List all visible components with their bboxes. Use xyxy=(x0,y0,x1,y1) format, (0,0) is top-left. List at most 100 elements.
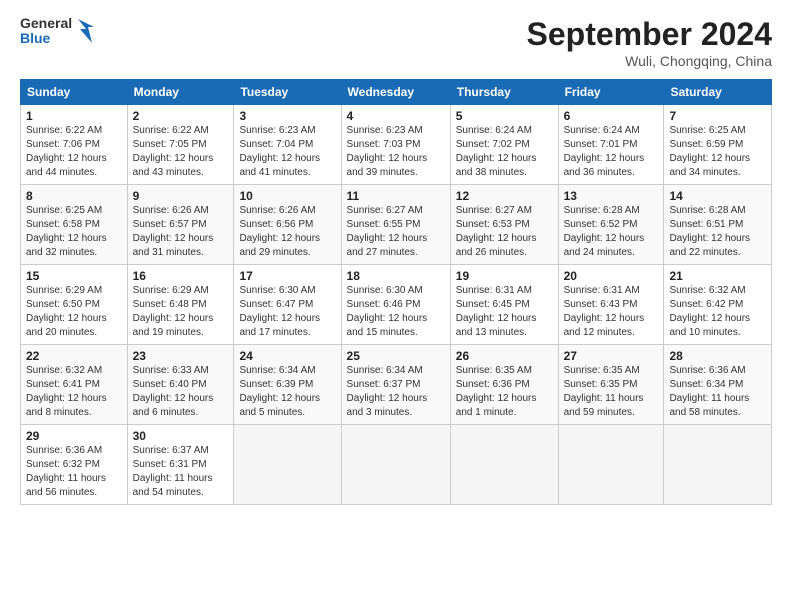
day-number: 1 xyxy=(26,109,122,123)
calendar-cell: 1 Sunrise: 6:22 AM Sunset: 7:06 PM Dayli… xyxy=(21,105,128,185)
day-info: Sunrise: 6:24 AM Sunset: 7:02 PM Dayligh… xyxy=(456,124,553,180)
title-block: September 2024 Wuli, Chongqing, China xyxy=(527,16,772,69)
day-number: 16 xyxy=(133,269,229,283)
day-info: Sunrise: 6:34 AM Sunset: 6:39 PM Dayligh… xyxy=(239,364,335,420)
day-info: Sunrise: 6:30 AM Sunset: 6:46 PM Dayligh… xyxy=(347,284,445,340)
day-number: 20 xyxy=(564,269,659,283)
calendar-cell: 2 Sunrise: 6:22 AM Sunset: 7:05 PM Dayli… xyxy=(127,105,234,185)
day-number: 29 xyxy=(26,429,122,443)
calendar-cell: 21 Sunrise: 6:32 AM Sunset: 6:42 PM Dayl… xyxy=(664,265,772,345)
calendar-cell: 27 Sunrise: 6:35 AM Sunset: 6:35 PM Dayl… xyxy=(558,345,664,425)
day-info: Sunrise: 6:35 AM Sunset: 6:35 PM Dayligh… xyxy=(564,364,659,420)
day-number: 2 xyxy=(133,109,229,123)
col-sunday: Sunday xyxy=(21,80,128,105)
calendar-cell: 18 Sunrise: 6:30 AM Sunset: 6:46 PM Dayl… xyxy=(341,265,450,345)
calendar-week-row: 22 Sunrise: 6:32 AM Sunset: 6:41 PM Dayl… xyxy=(21,345,772,425)
day-number: 9 xyxy=(133,189,229,203)
day-number: 25 xyxy=(347,349,445,363)
calendar-table: Sunday Monday Tuesday Wednesday Thursday… xyxy=(20,79,772,505)
col-saturday: Saturday xyxy=(664,80,772,105)
calendar-cell: 9 Sunrise: 6:26 AM Sunset: 6:57 PM Dayli… xyxy=(127,185,234,265)
calendar-cell: 28 Sunrise: 6:36 AM Sunset: 6:34 PM Dayl… xyxy=(664,345,772,425)
calendar-cell: 16 Sunrise: 6:29 AM Sunset: 6:48 PM Dayl… xyxy=(127,265,234,345)
calendar-cell xyxy=(664,425,772,505)
logo: General Blue xyxy=(20,16,96,47)
day-info: Sunrise: 6:26 AM Sunset: 6:56 PM Dayligh… xyxy=(239,204,335,260)
calendar-cell: 6 Sunrise: 6:24 AM Sunset: 7:01 PM Dayli… xyxy=(558,105,664,185)
day-info: Sunrise: 6:32 AM Sunset: 6:42 PM Dayligh… xyxy=(669,284,766,340)
col-wednesday: Wednesday xyxy=(341,80,450,105)
day-info: Sunrise: 6:35 AM Sunset: 6:36 PM Dayligh… xyxy=(456,364,553,420)
calendar-cell: 14 Sunrise: 6:28 AM Sunset: 6:51 PM Dayl… xyxy=(664,185,772,265)
calendar-cell: 30 Sunrise: 6:37 AM Sunset: 6:31 PM Dayl… xyxy=(127,425,234,505)
calendar-cell: 26 Sunrise: 6:35 AM Sunset: 6:36 PM Dayl… xyxy=(450,345,558,425)
day-number: 8 xyxy=(26,189,122,203)
col-tuesday: Tuesday xyxy=(234,80,341,105)
day-info: Sunrise: 6:27 AM Sunset: 6:53 PM Dayligh… xyxy=(456,204,553,260)
day-info: Sunrise: 6:29 AM Sunset: 6:50 PM Dayligh… xyxy=(26,284,122,340)
day-info: Sunrise: 6:37 AM Sunset: 6:31 PM Dayligh… xyxy=(133,444,229,500)
day-number: 27 xyxy=(564,349,659,363)
calendar-cell: 24 Sunrise: 6:34 AM Sunset: 6:39 PM Dayl… xyxy=(234,345,341,425)
calendar-cell xyxy=(450,425,558,505)
day-info: Sunrise: 6:31 AM Sunset: 6:43 PM Dayligh… xyxy=(564,284,659,340)
day-number: 17 xyxy=(239,269,335,283)
day-number: 26 xyxy=(456,349,553,363)
calendar-cell: 17 Sunrise: 6:30 AM Sunset: 6:47 PM Dayl… xyxy=(234,265,341,345)
day-number: 28 xyxy=(669,349,766,363)
calendar-cell: 20 Sunrise: 6:31 AM Sunset: 6:43 PM Dayl… xyxy=(558,265,664,345)
day-number: 18 xyxy=(347,269,445,283)
calendar-cell: 12 Sunrise: 6:27 AM Sunset: 6:53 PM Dayl… xyxy=(450,185,558,265)
calendar-week-row: 8 Sunrise: 6:25 AM Sunset: 6:58 PM Dayli… xyxy=(21,185,772,265)
day-info: Sunrise: 6:30 AM Sunset: 6:47 PM Dayligh… xyxy=(239,284,335,340)
day-number: 22 xyxy=(26,349,122,363)
calendar-cell: 29 Sunrise: 6:36 AM Sunset: 6:32 PM Dayl… xyxy=(21,425,128,505)
day-number: 11 xyxy=(347,189,445,203)
day-info: Sunrise: 6:23 AM Sunset: 7:03 PM Dayligh… xyxy=(347,124,445,180)
calendar-cell: 23 Sunrise: 6:33 AM Sunset: 6:40 PM Dayl… xyxy=(127,345,234,425)
calendar-cell xyxy=(341,425,450,505)
day-number: 6 xyxy=(564,109,659,123)
day-info: Sunrise: 6:27 AM Sunset: 6:55 PM Dayligh… xyxy=(347,204,445,260)
day-info: Sunrise: 6:36 AM Sunset: 6:34 PM Dayligh… xyxy=(669,364,766,420)
day-info: Sunrise: 6:34 AM Sunset: 6:37 PM Dayligh… xyxy=(347,364,445,420)
calendar-cell: 15 Sunrise: 6:29 AM Sunset: 6:50 PM Dayl… xyxy=(21,265,128,345)
month-title: September 2024 xyxy=(527,16,772,53)
calendar-cell: 10 Sunrise: 6:26 AM Sunset: 6:56 PM Dayl… xyxy=(234,185,341,265)
calendar-cell xyxy=(234,425,341,505)
calendar-cell: 19 Sunrise: 6:31 AM Sunset: 6:45 PM Dayl… xyxy=(450,265,558,345)
day-info: Sunrise: 6:25 AM Sunset: 6:59 PM Dayligh… xyxy=(669,124,766,180)
calendar-week-row: 15 Sunrise: 6:29 AM Sunset: 6:50 PM Dayl… xyxy=(21,265,772,345)
calendar-cell xyxy=(558,425,664,505)
col-friday: Friday xyxy=(558,80,664,105)
col-thursday: Thursday xyxy=(450,80,558,105)
day-info: Sunrise: 6:26 AM Sunset: 6:57 PM Dayligh… xyxy=(133,204,229,260)
day-number: 10 xyxy=(239,189,335,203)
day-number: 5 xyxy=(456,109,553,123)
calendar-header-row: Sunday Monday Tuesday Wednesday Thursday… xyxy=(21,80,772,105)
header: General Blue September 2024 Wuli, Chongq… xyxy=(20,16,772,69)
day-info: Sunrise: 6:36 AM Sunset: 6:32 PM Dayligh… xyxy=(26,444,122,500)
day-number: 3 xyxy=(239,109,335,123)
day-number: 13 xyxy=(564,189,659,203)
calendar-cell: 3 Sunrise: 6:23 AM Sunset: 7:04 PM Dayli… xyxy=(234,105,341,185)
location: Wuli, Chongqing, China xyxy=(527,53,772,69)
day-number: 24 xyxy=(239,349,335,363)
day-number: 14 xyxy=(669,189,766,203)
day-info: Sunrise: 6:22 AM Sunset: 7:06 PM Dayligh… xyxy=(26,124,122,180)
calendar-cell: 22 Sunrise: 6:32 AM Sunset: 6:41 PM Dayl… xyxy=(21,345,128,425)
day-number: 23 xyxy=(133,349,229,363)
day-info: Sunrise: 6:24 AM Sunset: 7:01 PM Dayligh… xyxy=(564,124,659,180)
calendar-cell: 8 Sunrise: 6:25 AM Sunset: 6:58 PM Dayli… xyxy=(21,185,128,265)
day-number: 7 xyxy=(669,109,766,123)
calendar-cell: 25 Sunrise: 6:34 AM Sunset: 6:37 PM Dayl… xyxy=(341,345,450,425)
calendar-cell: 13 Sunrise: 6:28 AM Sunset: 6:52 PM Dayl… xyxy=(558,185,664,265)
day-number: 4 xyxy=(347,109,445,123)
day-info: Sunrise: 6:33 AM Sunset: 6:40 PM Dayligh… xyxy=(133,364,229,420)
calendar-cell: 11 Sunrise: 6:27 AM Sunset: 6:55 PM Dayl… xyxy=(341,185,450,265)
calendar-week-row: 1 Sunrise: 6:22 AM Sunset: 7:06 PM Dayli… xyxy=(21,105,772,185)
calendar-cell: 5 Sunrise: 6:24 AM Sunset: 7:02 PM Dayli… xyxy=(450,105,558,185)
page: General Blue September 2024 Wuli, Chongq… xyxy=(0,0,792,612)
calendar-week-row: 29 Sunrise: 6:36 AM Sunset: 6:32 PM Dayl… xyxy=(21,425,772,505)
day-info: Sunrise: 6:31 AM Sunset: 6:45 PM Dayligh… xyxy=(456,284,553,340)
